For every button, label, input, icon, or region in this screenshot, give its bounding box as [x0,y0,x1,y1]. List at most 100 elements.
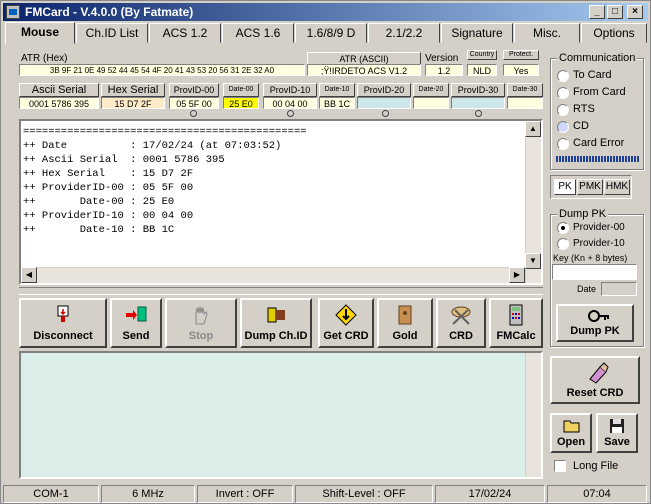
key-input[interactable] [552,264,637,280]
tab-acs16[interactable]: ACS 1.6 [222,23,294,43]
calculator-icon [509,304,523,326]
ascii-serial-field[interactable]: 0001 5786 395 [19,97,99,109]
send-button[interactable]: Send [110,298,162,348]
date00-field[interactable]: 25 E0 [223,97,259,109]
crd-button[interactable]: CRD [436,298,486,348]
hex-serial-header[interactable]: Hex Serial [101,83,165,97]
log-area[interactable] [19,351,543,479]
disconnect-button[interactable]: Disconnect [19,298,107,348]
date20-field[interactable] [413,97,449,109]
splitter[interactable] [19,287,543,295]
status-date: 17/02/24 [435,485,545,503]
console-vertical-scrollbar[interactable]: ▲ ▼ [525,121,541,283]
console-horizontal-scrollbar[interactable]: ◀ ▶ [21,267,525,283]
link-dot-00 [190,110,197,117]
close-button[interactable]: × [627,5,643,19]
date20-header[interactable]: Date-20 [413,83,449,97]
reset-crd-button[interactable]: Reset CRD [550,356,640,404]
tab-1689d[interactable]: 1.6/8/9 D [295,23,367,43]
stop-hand-icon [195,306,208,325]
open-button[interactable]: Open [550,413,592,453]
link-dot-20 [382,110,389,117]
dump-pk-button[interactable]: Dump PK [556,304,634,342]
stop-button[interactable]: Stop [165,298,237,348]
from-card-indicator: From Card [557,86,626,100]
version-label: Version [425,53,459,64]
provid00-header[interactable]: ProvID-00 [169,83,219,97]
floppy-disk-icon [610,419,624,433]
app-icon [6,5,20,19]
hmk-toggle[interactable]: HMK [604,179,630,195]
get-crd-button[interactable]: Get CRD [318,298,374,348]
status-shift-level: Shift-Level : OFF [295,485,433,503]
to-card-indicator: To Card [557,69,612,83]
tab-misc[interactable]: Misc. [514,23,580,43]
window-title: FMCard - V.4.0.0 (By Fatmate) [25,5,194,19]
tab-signature[interactable]: Signature [441,23,513,43]
dump-chid-button[interactable]: Dump Ch.ID [240,298,312,348]
long-file-checkbox[interactable] [554,460,566,472]
tab-mouse[interactable]: Mouse [5,22,75,44]
download-sign-icon [335,304,357,326]
country-field[interactable]: NLD [467,64,497,76]
date00-header[interactable]: Date-00 [223,83,259,97]
pk-toggle[interactable]: PK [554,179,576,195]
gold-button[interactable]: Gold [377,298,433,348]
date-input[interactable] [601,282,637,296]
atr-hex-field[interactable]: 3B 9F 21 0E 49 52 44 45 54 4F 20 41 43 5… [19,64,305,76]
date30-field[interactable] [507,97,543,109]
provid30-header[interactable]: ProvID-30 [451,83,505,97]
status-port: COM-1 [3,485,99,503]
status-bar: COM-1 6 MHz Invert : OFF Shift-Level : O… [3,485,648,503]
atr-ascii-field[interactable]: ;Ÿ!IRDETO ACS V1.2 [307,64,421,76]
rts-indicator: RTS [557,103,595,117]
provid20-field[interactable] [357,97,411,109]
provid30-field[interactable] [451,97,505,109]
card-error-indicator: Card Error [557,137,624,151]
date10-field[interactable]: BB 1C [319,97,355,109]
long-file-label: Long File [573,460,619,472]
plug-icon [57,305,69,322]
app-window: FMCard - V.4.0.0 (By Fatmate) _ □ × Mous… [0,0,651,504]
log-vertical-scrollbar[interactable] [525,353,541,477]
maximize-button[interactable]: □ [607,5,623,19]
communication-title: Communication [557,52,638,64]
provider00-radio[interactable]: Provider-00 [557,221,625,235]
folder-open-icon [563,420,580,433]
ascii-serial-header[interactable]: Ascii Serial [19,83,99,97]
provid10-header[interactable]: ProvID-10 [263,83,317,97]
link-dot-10 [287,110,294,117]
pmk-toggle[interactable]: PMK [577,179,603,195]
tab-2122[interactable]: 2.1/2.2 [368,23,440,43]
status-invert: Invert : OFF [197,485,293,503]
fmcalc-button[interactable]: FMCalc [489,298,543,348]
scroll-down-icon[interactable]: ▼ [525,253,541,269]
date30-header[interactable]: Date-30 [507,83,543,97]
tab-options[interactable]: Options [581,23,647,43]
tab-acs12[interactable]: ACS 1.2 [149,23,221,43]
protect-label[interactable]: Protect. [503,50,539,60]
link-dot-30 [475,110,482,117]
provid20-header[interactable]: ProvID-20 [357,83,411,97]
save-button[interactable]: Save [596,413,638,453]
scroll-left-icon[interactable]: ◀ [21,267,37,283]
console-text: ========================================… [23,126,307,236]
eraser-icon [589,362,609,384]
protect-field[interactable]: Yes [503,64,539,76]
send-card-icon [126,306,147,322]
provider10-radio[interactable]: Provider-10 [557,237,625,251]
scroll-up-icon[interactable]: ▲ [525,121,541,137]
country-label[interactable]: Country [467,50,497,60]
dump-pk-title: Dump PK [557,208,609,220]
hex-serial-field[interactable]: 15 D7 2F [101,97,165,109]
provid10-field[interactable]: 00 04 00 [263,97,317,109]
scroll-right-icon[interactable]: ▶ [509,267,525,283]
tab-chid-list[interactable]: Ch.ID List [76,23,148,43]
provid00-field[interactable]: 05 5F 00 [169,97,219,109]
title-bar[interactable]: FMCard - V.4.0.0 (By Fatmate) _ □ × [3,3,648,21]
minimize-button[interactable]: _ [589,5,605,19]
cd-indicator: CD [557,120,589,134]
date10-header[interactable]: Date-10 [319,83,355,97]
version-field[interactable]: 1.2 [425,64,463,76]
console-output[interactable]: ========================================… [19,119,543,285]
